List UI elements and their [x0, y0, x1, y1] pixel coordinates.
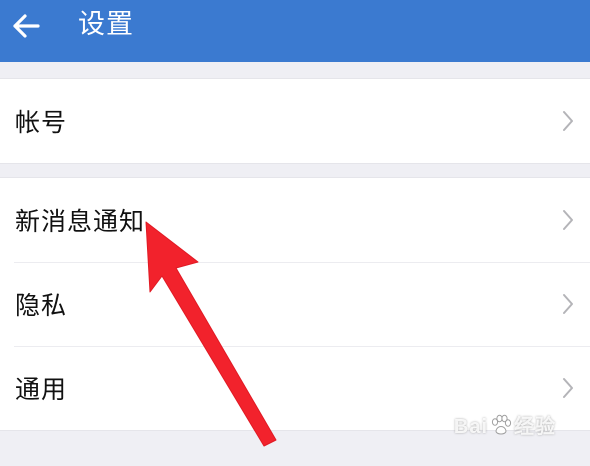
settings-group-account: 帐号: [0, 78, 590, 164]
settings-item-account[interactable]: 帐号: [0, 79, 590, 163]
watermark-text-left: Bai: [453, 416, 488, 439]
settings-item-label: 新消息通知: [15, 207, 146, 236]
chevron-right-icon: [563, 294, 573, 314]
settings-item-new-message-notification[interactable]: 新消息通知: [0, 178, 590, 262]
baidu-paw-icon: [490, 414, 512, 442]
arrow-left-icon: [13, 14, 40, 38]
settings-item-label: 隐私: [15, 291, 68, 320]
chevron-right-icon: [563, 111, 573, 131]
chevron-right-icon: [563, 210, 573, 230]
settings-item-label: 帐号: [15, 108, 68, 137]
page-title: 设置: [78, 9, 134, 40]
top-app-bar: 设置: [0, 0, 590, 62]
chevron-right-icon: [563, 378, 573, 398]
settings-item-privacy[interactable]: 隐私: [0, 262, 590, 346]
watermark-text-right: 经验: [514, 416, 556, 439]
watermark: Bai 经验: [454, 410, 556, 442]
back-button[interactable]: [6, 6, 46, 46]
settings-group-main: 新消息通知 隐私 通用: [0, 177, 590, 431]
settings-item-label: 通用: [15, 375, 68, 404]
